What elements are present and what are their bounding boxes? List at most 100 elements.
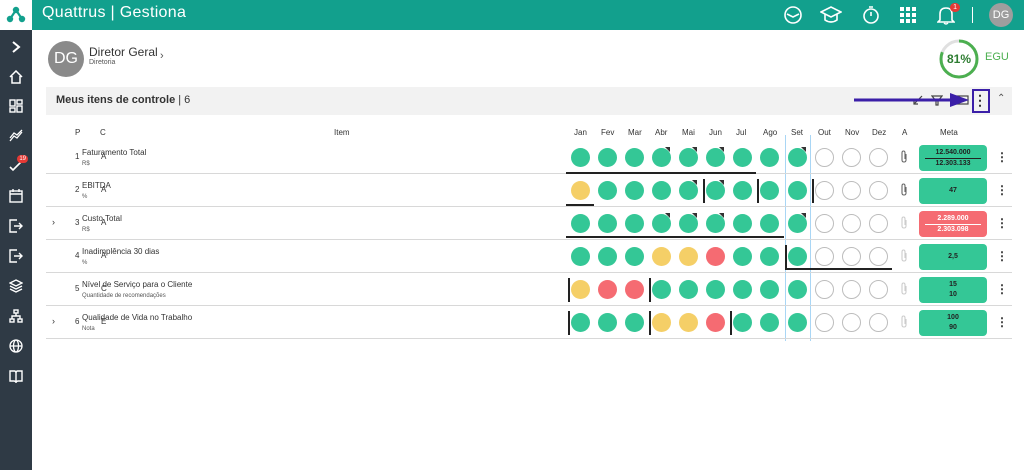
meta-badge[interactable]: 47 (919, 178, 987, 204)
month-status-dot[interactable] (842, 214, 861, 233)
month-status-dot[interactable] (625, 181, 644, 200)
month-status-dot[interactable] (679, 280, 698, 299)
item-name[interactable]: EBITDA (82, 181, 111, 190)
attachment-icon[interactable] (900, 183, 908, 199)
month-status-dot[interactable] (625, 148, 644, 167)
month-status-dot[interactable] (598, 247, 617, 266)
check-list-icon[interactable]: 19 (4, 154, 28, 178)
row-menu-icon[interactable]: ⋮ (996, 315, 1008, 329)
apps-grid-icon[interactable] (897, 4, 919, 26)
meta-badge[interactable]: 12.540.000 12.303.133 (919, 145, 987, 171)
meta-badge[interactable]: 2.289.000 2.303.098 (919, 211, 987, 237)
month-status-dot[interactable] (815, 313, 834, 332)
month-status-dot[interactable] (788, 181, 807, 200)
month-status-dot[interactable] (869, 280, 888, 299)
item-name[interactable]: Nível de Serviço para o Cliente (82, 280, 192, 289)
calendar-icon[interactable] (4, 184, 28, 208)
table-row[interactable] (46, 207, 1012, 240)
month-status-dot[interactable] (652, 280, 671, 299)
row-menu-icon[interactable]: ⋮ (996, 249, 1008, 263)
table-row[interactable] (46, 141, 1012, 174)
month-status-dot[interactable] (733, 280, 752, 299)
table-row[interactable] (46, 273, 1012, 306)
month-status-dot[interactable] (842, 313, 861, 332)
month-status-dot[interactable] (571, 313, 590, 332)
chevron-up-icon[interactable]: ⌃ (997, 93, 1005, 104)
month-status-dot[interactable] (788, 247, 807, 266)
item-name[interactable]: Inadimplência 30 dias (82, 247, 159, 256)
user-avatar[interactable]: DG (989, 3, 1013, 27)
month-status-dot[interactable] (571, 280, 590, 299)
month-status-dot[interactable] (652, 313, 671, 332)
month-status-dot[interactable] (760, 181, 779, 200)
book-icon[interactable] (4, 364, 28, 388)
attachment-icon[interactable] (900, 216, 908, 232)
month-status-dot[interactable] (869, 181, 888, 200)
globe-icon[interactable] (4, 334, 28, 358)
month-status-dot[interactable] (760, 313, 779, 332)
month-status-dot[interactable] (760, 280, 779, 299)
month-status-dot[interactable] (815, 214, 834, 233)
month-status-dot[interactable] (760, 214, 779, 233)
month-status-dot[interactable] (706, 247, 725, 266)
logout-icon[interactable] (4, 244, 28, 268)
profile-chevron-icon[interactable]: › (160, 50, 164, 62)
month-status-dot[interactable] (679, 247, 698, 266)
attachment-icon[interactable] (900, 315, 908, 331)
month-status-dot[interactable] (869, 148, 888, 167)
month-status-dot[interactable] (842, 280, 861, 299)
item-name[interactable]: Custo Total (82, 214, 122, 223)
logout-icon[interactable] (4, 214, 28, 238)
org-chart-icon[interactable] (4, 304, 28, 328)
month-status-dot[interactable] (869, 247, 888, 266)
meta-badge[interactable]: 2,5 (919, 244, 987, 270)
month-status-dot[interactable] (625, 313, 644, 332)
month-status-dot[interactable] (598, 148, 617, 167)
row-menu-icon[interactable]: ⋮ (996, 150, 1008, 164)
stopwatch-icon[interactable] (860, 4, 882, 26)
row-menu-icon[interactable]: ⋮ (996, 282, 1008, 296)
month-status-dot[interactable] (760, 247, 779, 266)
month-status-dot[interactable] (625, 280, 644, 299)
attachment-icon[interactable] (900, 282, 908, 298)
month-status-dot[interactable] (652, 247, 671, 266)
month-status-dot[interactable] (706, 313, 725, 332)
month-status-dot[interactable] (815, 181, 834, 200)
month-status-dot[interactable] (788, 313, 807, 332)
month-status-dot[interactable] (760, 148, 779, 167)
attachment-icon[interactable] (900, 150, 908, 166)
attachment-icon[interactable] (900, 249, 908, 265)
table-row[interactable] (46, 174, 1012, 207)
month-status-dot[interactable] (869, 214, 888, 233)
month-status-dot[interactable] (733, 247, 752, 266)
month-status-dot[interactable] (815, 280, 834, 299)
face-mask-icon[interactable] (782, 4, 804, 26)
month-status-dot[interactable] (625, 214, 644, 233)
row-menu-icon[interactable]: ⋮ (996, 216, 1008, 230)
month-status-dot[interactable] (598, 280, 617, 299)
month-status-dot[interactable] (706, 280, 725, 299)
home-icon[interactable] (4, 65, 28, 89)
month-status-dot[interactable] (815, 247, 834, 266)
month-status-dot[interactable] (842, 148, 861, 167)
trend-icon[interactable] (4, 124, 28, 148)
profile-avatar[interactable]: DG (48, 41, 84, 77)
month-status-dot[interactable] (842, 247, 861, 266)
month-status-dot[interactable] (815, 148, 834, 167)
panel-menu-icon[interactable]: ⋮ (973, 90, 987, 110)
month-status-dot[interactable] (733, 148, 752, 167)
expand-chevron-icon[interactable]: › (52, 217, 55, 227)
month-status-dot[interactable] (733, 181, 752, 200)
month-status-dot[interactable] (625, 247, 644, 266)
graduation-cap-icon[interactable] (820, 4, 842, 26)
month-status-dot[interactable] (652, 181, 671, 200)
expand-chevron-icon[interactable]: › (52, 316, 55, 326)
month-status-dot[interactable] (733, 313, 752, 332)
month-status-dot[interactable] (733, 214, 752, 233)
app-logo[interactable] (0, 0, 32, 30)
month-status-dot[interactable] (571, 181, 590, 200)
layers-icon[interactable] (4, 274, 28, 298)
meta-badge[interactable]: 100 90 (919, 310, 987, 336)
sidebar-toggle-chevron-icon[interactable] (4, 35, 28, 59)
month-status-dot[interactable] (598, 181, 617, 200)
